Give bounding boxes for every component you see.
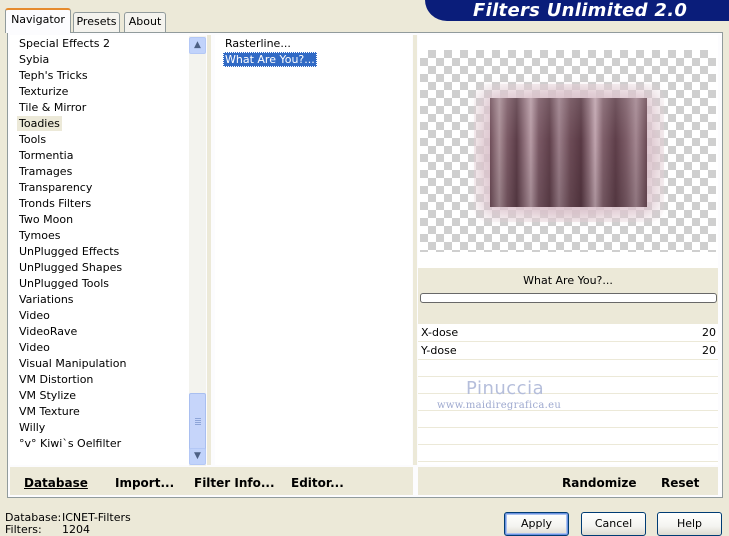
tab-navigator[interactable]: Navigator (5, 8, 71, 33)
category-item[interactable]: Sybia (17, 52, 51, 67)
category-item[interactable]: Variations (17, 292, 76, 307)
status-filters-value: 1204 (62, 523, 90, 536)
category-list[interactable]: Special Effects 2 Sybia Teph's Tricks Textu… (10, 35, 190, 465)
filter-name-label: What Are You?... (523, 274, 613, 287)
category-item[interactable]: VideoRave (17, 324, 79, 339)
param-slot-empty (418, 446, 718, 462)
watermark-url: www.maidiregrafica.eu (437, 400, 562, 411)
splitter (207, 35, 211, 465)
category-item[interactable]: Toadies (17, 116, 62, 131)
tab-about[interactable]: About (124, 12, 166, 32)
category-item[interactable]: °v° Kiwi`s Oelfilter (17, 436, 123, 451)
status-filters-label: Filters: (5, 523, 42, 536)
category-item[interactable]: Tronds Filters (17, 196, 93, 211)
database-label: Database (24, 476, 88, 490)
category-item[interactable]: UnPlugged Effects (17, 244, 121, 259)
category-item[interactable]: Visual Manipulation (17, 356, 128, 371)
category-item[interactable]: Tools (17, 132, 48, 147)
category-item[interactable]: Transparency (17, 180, 94, 195)
tab-presets[interactable]: Presets (73, 12, 120, 32)
category-item[interactable]: Special Effects 2 (17, 36, 112, 51)
cancel-button[interactable]: Cancel (581, 512, 646, 536)
watermark-name: Pinuccia (466, 378, 545, 399)
category-item[interactable]: Tormentia (17, 148, 75, 163)
scroll-thumb[interactable] (189, 393, 206, 451)
scroll-up-button[interactable]: ▲ (189, 37, 206, 54)
category-scrollbar[interactable]: ▲ ▼ (189, 36, 206, 466)
help-button[interactable]: Help (657, 512, 722, 536)
category-item[interactable]: Two Moon (17, 212, 75, 227)
category-item[interactable]: Video (17, 308, 52, 323)
category-item[interactable]: VM Texture (17, 404, 82, 419)
preview-image (490, 98, 647, 207)
randomize-button[interactable]: Randomize (562, 475, 636, 491)
param-label: Y-dose (421, 344, 457, 357)
category-item[interactable]: VM Distortion (17, 372, 95, 387)
category-item[interactable]: VM Stylize (17, 388, 78, 403)
category-item[interactable]: UnPlugged Shapes (17, 260, 124, 275)
param-y-dose[interactable]: Y-dose 20 (418, 342, 718, 360)
apply-button[interactable]: Apply (504, 512, 569, 536)
status-filters: Filters: 1204 (5, 523, 90, 536)
param-value[interactable]: 20 (702, 324, 716, 341)
category-item[interactable]: Texturize (17, 84, 70, 99)
editor-button[interactable]: Editor... (291, 475, 344, 491)
category-item[interactable]: Video (17, 340, 52, 355)
progress-bar (420, 293, 717, 303)
scroll-down-button[interactable]: ▼ (189, 448, 206, 465)
category-item[interactable]: Teph's Tricks (17, 68, 90, 83)
param-x-dose[interactable]: X-dose 20 (418, 324, 718, 342)
category-item[interactable]: UnPlugged Tools (17, 276, 111, 291)
category-item[interactable]: Tymoes (17, 228, 62, 243)
database-button[interactable]: Database (24, 475, 88, 491)
param-slot-empty (418, 378, 718, 394)
category-item[interactable]: Tramages (17, 164, 74, 179)
param-slot-empty (418, 361, 718, 377)
category-item[interactable]: Tile & Mirror (17, 100, 88, 115)
import-button[interactable]: Import... (115, 475, 174, 491)
param-label: X-dose (421, 326, 459, 339)
filter-item[interactable]: What Are You?... (223, 52, 317, 67)
param-slot-empty (418, 429, 718, 445)
splitter (413, 35, 417, 465)
filter-item[interactable]: Rasterline... (223, 36, 293, 51)
param-value[interactable]: 20 (702, 342, 716, 359)
filter-info-button[interactable]: Filter Info... (194, 475, 275, 491)
category-item[interactable]: Willy (17, 420, 47, 435)
app-title: Filters Unlimited 2.0 (473, 0, 688, 21)
param-slot-empty (418, 412, 718, 428)
filter-list[interactable]: Rasterline... What Are You?... (215, 35, 412, 465)
reset-button[interactable]: Reset (661, 475, 699, 491)
